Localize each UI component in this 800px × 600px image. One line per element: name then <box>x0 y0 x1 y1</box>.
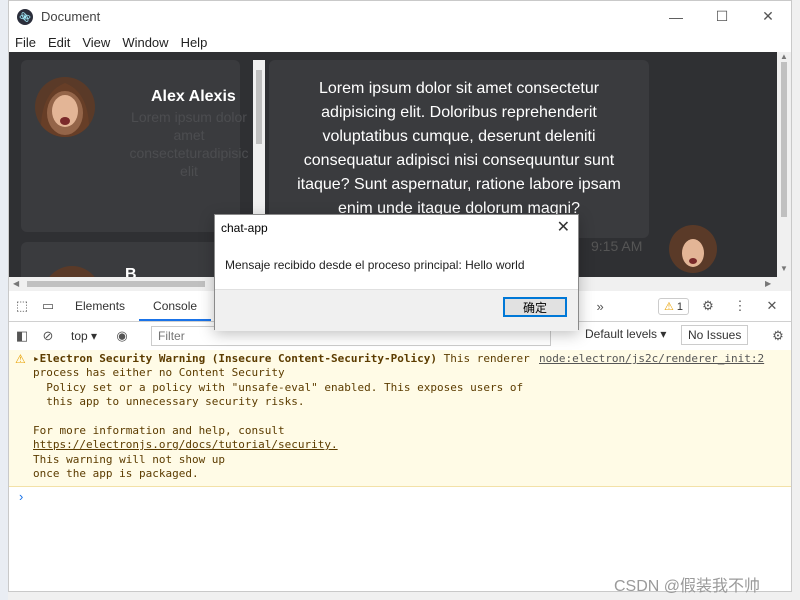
dialog-close-icon[interactable]: ✕ <box>557 217 570 237</box>
close-button[interactable]: ✕ <box>745 1 791 32</box>
sender-avatar <box>669 225 717 273</box>
expand-triangle-icon[interactable]: ▸ <box>33 352 40 365</box>
console-warning-message: ⚠ ▸Electron Security Warning (Insecure C… <box>9 350 791 487</box>
close-devtools-icon[interactable]: ✕ <box>759 291 785 321</box>
devtools-panel: ⬚ ▭ Elements Console » ⚠ 1 ⚙ ⋮ ✕ ◧ ⊘ top… <box>9 291 791 591</box>
message-time: 9:15 AM <box>591 238 643 254</box>
device-toolbar-icon[interactable]: ▭ <box>35 291 61 321</box>
warning-line: this app to unnecessary security risks. <box>33 395 305 408</box>
maximize-icon: ☐ <box>715 8 729 24</box>
tab-elements[interactable]: Elements <box>61 291 139 321</box>
minimize-icon: — <box>669 8 683 25</box>
inspect-element-icon[interactable]: ⬚ <box>9 291 35 321</box>
warning-icon: ⚠ <box>663 300 674 313</box>
warning-line: Policy set or a policy with "unsafe-eval… <box>33 381 524 394</box>
settings-gear-icon[interactable]: ⚙ <box>695 291 721 321</box>
desktop-background <box>0 0 8 600</box>
electron-app-icon <box>17 8 33 25</box>
security-docs-link[interactable]: https://electronjs.org/docs/tutorial/sec… <box>33 438 338 453</box>
dialog-title: chat-app <box>221 221 268 235</box>
warning-line: For more information and help, consult <box>33 424 285 437</box>
sidebar-toggle-icon[interactable]: ◧ <box>9 321 35 351</box>
contact-preview: Lorem ipsum dolor amet consecteturadipis… <box>129 109 249 179</box>
warning-line: This warning will not show up <box>33 453 226 466</box>
scroll-up-icon[interactable]: ▲ <box>780 52 788 61</box>
more-tabs-icon[interactable]: » <box>587 291 613 321</box>
window-title: Document <box>41 9 101 24</box>
warning-line: once the app is packaged. <box>33 467 199 480</box>
issues-button[interactable]: No Issues <box>681 325 749 345</box>
scroll-left-icon[interactable]: ◀ <box>13 279 19 288</box>
contact-name: B <box>125 266 137 277</box>
minimize-button[interactable]: — <box>653 1 699 32</box>
menu-edit[interactable]: Edit <box>42 35 76 50</box>
chat-scrollbar[interactable]: ▲ ▼ <box>777 52 791 277</box>
ok-button[interactable]: 确定 <box>503 297 567 317</box>
scroll-down-icon[interactable]: ▼ <box>780 264 788 273</box>
menu-view[interactable]: View <box>76 35 116 50</box>
eye-icon[interactable]: ◉ <box>109 321 135 351</box>
clear-console-icon[interactable]: ⊘ <box>35 321 61 351</box>
menu-window[interactable]: Window <box>116 35 174 50</box>
contact-name: Alex Alexis <box>151 88 236 105</box>
message-bubble: Lorem ipsum dolor sit amet consectetur a… <box>269 60 649 238</box>
maximize-button[interactable]: ☐ <box>699 1 745 32</box>
warning-line: process has either no Content Security <box>33 366 285 379</box>
close-icon: ✕ <box>762 8 774 24</box>
title-bar: Document — ☐ ✕ <box>9 1 791 32</box>
watermark: CSDN @假装我不帅 <box>614 578 761 595</box>
menu-file[interactable]: File <box>9 35 42 50</box>
console-settings-icon[interactable]: ⚙ <box>765 322 791 350</box>
dialog-message: Mensaje recibido desde el proceso princi… <box>225 258 525 272</box>
menu-bar: File Edit View Window Help <box>9 32 791 52</box>
message-dialog: chat-app ✕ Mensaje recibido desde el pro… <box>214 214 579 331</box>
context-selector[interactable]: top ▾ <box>67 329 101 343</box>
more-options-icon[interactable]: ⋮ <box>727 291 753 321</box>
console-prompt-icon[interactable]: › <box>19 489 23 504</box>
warning-source-link[interactable]: node:electron/js2c/renderer_init:2 <box>539 352 764 365</box>
warning-count-badge[interactable]: ⚠ 1 <box>657 297 689 315</box>
log-levels-dropdown[interactable]: Default levels ▾ <box>585 327 666 341</box>
warning-icon: ⚠ <box>15 352 26 366</box>
contact-avatar <box>35 77 95 137</box>
tab-console[interactable]: Console <box>139 291 212 321</box>
warning-heading: Electron Security Warning (Insecure Cont… <box>39 352 437 365</box>
menu-help[interactable]: Help <box>175 35 214 50</box>
scroll-right-icon[interactable]: ▶ <box>765 279 771 288</box>
